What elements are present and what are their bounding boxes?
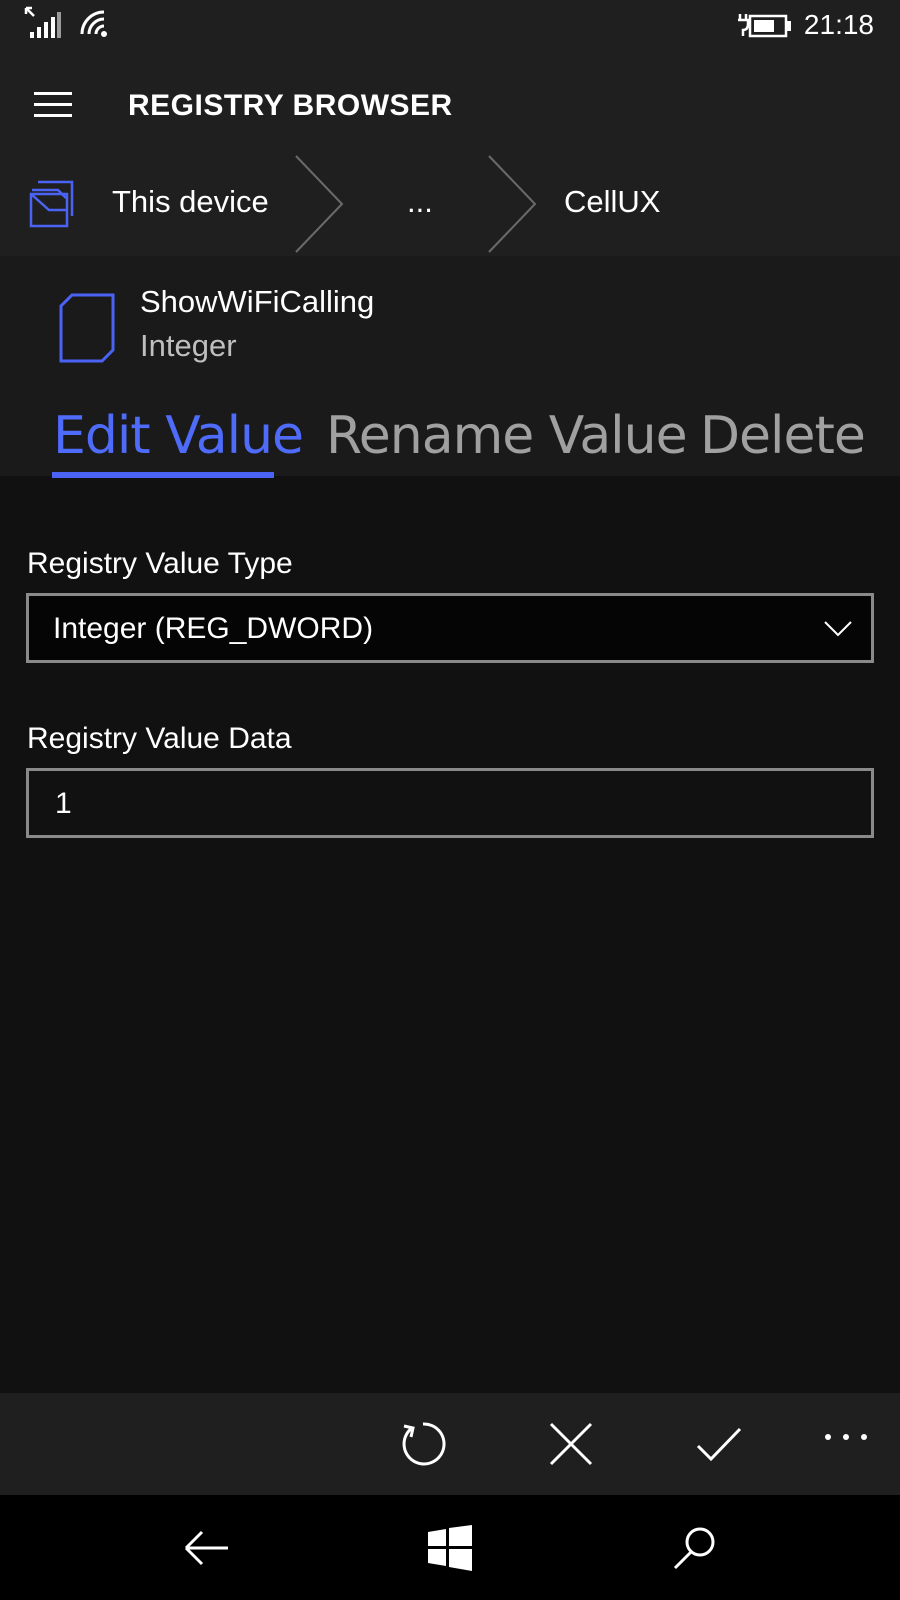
- breadcrumb-cellux[interactable]: CellUX: [564, 182, 660, 222]
- status-time: 21:18: [803, 9, 874, 40]
- app-header: REGISTRY BROWSER This device ... CellUX: [0, 52, 900, 256]
- app-title: REGISTRY BROWSER: [128, 89, 453, 122]
- wifi-icon: [80, 10, 107, 37]
- active-tab-indicator: [52, 472, 274, 478]
- registry-value-icon: [59, 293, 115, 363]
- status-bar: 21:18: [0, 0, 900, 52]
- windows-icon[interactable]: [426, 1525, 474, 1571]
- value-type-selected: Integer (REG_DWORD): [53, 612, 374, 645]
- value-header: ShowWiFiCalling Integer Edit Value Renam…: [0, 256, 900, 478]
- screen: 21:18 REGISTRY BROWSER This device ... C…: [0, 0, 900, 1600]
- navigation-bar: [0, 1495, 900, 1600]
- hamburger-menu-icon[interactable]: [34, 92, 72, 122]
- value-type: Integer: [140, 328, 237, 363]
- command-bar: [0, 1393, 900, 1495]
- tab-rename-value[interactable]: Rename Value: [326, 404, 688, 468]
- breadcrumb-this-device[interactable]: This device: [112, 182, 269, 222]
- breadcrumb-separator-icon: [295, 155, 344, 253]
- breadcrumb-separator-icon: [488, 155, 537, 253]
- tab-edit-value[interactable]: Edit Value: [53, 404, 304, 468]
- breadcrumb: This device ... CellUX: [0, 152, 900, 256]
- device-folder-icon[interactable]: [28, 176, 78, 230]
- value-data-input[interactable]: 1: [26, 768, 874, 838]
- back-icon[interactable]: [182, 1525, 230, 1571]
- accept-icon[interactable]: [694, 1419, 744, 1469]
- refresh-icon[interactable]: [398, 1419, 448, 1469]
- value-type-label: Registry Value Type: [27, 547, 293, 580]
- chevron-down-icon: [824, 621, 852, 637]
- value-data-label: Registry Value Data: [27, 722, 292, 755]
- breadcrumb-ellipsis[interactable]: ...: [407, 182, 433, 222]
- battery-charging-icon: [738, 14, 791, 38]
- signal-icon: [24, 6, 61, 38]
- value-name: ShowWiFiCalling: [140, 284, 375, 319]
- search-icon[interactable]: [670, 1525, 718, 1571]
- value-type-select[interactable]: Integer (REG_DWORD): [26, 593, 874, 663]
- tab-bar: Edit Value Rename Value Delete Value: [0, 404, 874, 476]
- value-data-text: 1: [55, 787, 72, 820]
- more-icon[interactable]: [822, 1427, 870, 1447]
- tab-delete-value[interactable]: Delete Value: [700, 404, 874, 468]
- cancel-icon[interactable]: [546, 1419, 596, 1469]
